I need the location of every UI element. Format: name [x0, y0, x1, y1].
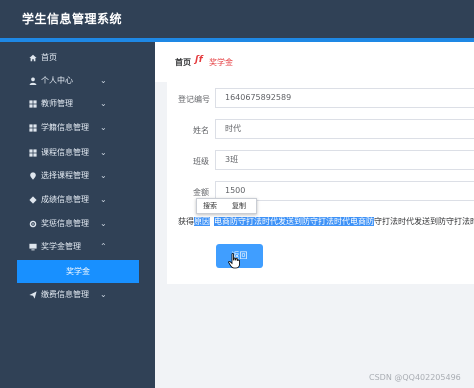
breadcrumb-current: 奖学金 — [209, 58, 233, 67]
sidebar-item-enrollment-management[interactable]: 学籍信息管理 ⌄ — [0, 117, 155, 139]
sidebar-item-label: 奖惩信息管理 — [41, 219, 89, 228]
chevron-up-icon: ⌃ — [100, 242, 107, 251]
reason-text[interactable]: 守打法时代发送到防守打法时代电 — [374, 217, 474, 226]
field-label-name: 姓名 — [193, 126, 209, 135]
sidebar-item-payment-management[interactable]: 缴费信息管理 ⌄ — [0, 284, 155, 306]
sidebar-item-label: 课程信息管理 — [41, 148, 89, 157]
selection-context-menu: 搜索 复制 — [196, 198, 257, 214]
field-label-reason: 获得 — [178, 217, 194, 226]
grid-icon — [28, 142, 38, 164]
chevron-down-icon: ⌄ — [100, 195, 107, 204]
chevron-down-icon: ⌄ — [100, 290, 107, 299]
sidebar-subitem-scholarship[interactable]: 奖学金 — [17, 260, 139, 283]
field-label-registration-no: 登记编号 — [178, 95, 210, 104]
breadcrumb-separator: ʃf — [195, 55, 203, 65]
context-menu-copy[interactable]: 复制 — [232, 201, 246, 211]
sidebar-item-label: 教师管理 — [41, 99, 73, 108]
sidebar-item-course-management[interactable]: 课程信息管理 ⌄ — [0, 142, 155, 164]
sidebar-item-label: 学籍信息管理 — [41, 123, 89, 132]
sidebar-item-label: 缴费信息管理 — [41, 290, 89, 299]
watermark: CSDN @QQ402205496 — [369, 373, 461, 382]
sidebar-item-label: 成绩信息管理 — [41, 195, 89, 204]
gear-icon — [28, 213, 38, 235]
breadcrumb-home[interactable]: 首页 — [175, 57, 191, 68]
chevron-down-icon: ⌄ — [100, 123, 107, 132]
chevron-down-icon: ⌄ — [100, 99, 107, 108]
home-icon — [28, 47, 38, 69]
sidebar-item-label: 个人中心 — [41, 76, 73, 85]
sidebar-item-personal-center[interactable]: 个人中心 ⌄ — [0, 70, 155, 92]
chevron-down-icon: ⌄ — [100, 76, 107, 85]
sidebar-item-grades-management[interactable]: 成绩信息管理 ⌄ — [0, 189, 155, 211]
field-label-reason-selected: 原因 — [194, 217, 210, 226]
grid-icon — [28, 117, 38, 139]
sidebar-item-scholarship-management[interactable]: 奖学金管理 ⌃ — [0, 236, 155, 258]
monitor-icon — [28, 236, 38, 258]
diamond-icon — [28, 189, 38, 211]
send-icon — [28, 284, 38, 306]
field-label-amount: 金额 — [193, 188, 209, 197]
hand-cursor-icon — [228, 253, 240, 269]
pin-icon — [28, 165, 38, 187]
app-header: 学生信息管理系统 — [0, 0, 474, 38]
reason-field[interactable]: 获得原因电商防守打法时代发送到防守打法时代电商防守打法时代发送到防守打法时代电 — [178, 216, 474, 227]
chevron-down-icon: ⌄ — [100, 148, 107, 157]
sidebar-item-teacher-management[interactable]: 教师管理 ⌄ — [0, 93, 155, 115]
sidebar-item-home[interactable]: 首页 — [0, 47, 155, 69]
sidebar-item-label: 奖学金管理 — [41, 242, 81, 251]
sidebar-item-rewards-penalties[interactable]: 奖惩信息管理 ⌄ — [0, 213, 155, 235]
user-icon — [28, 70, 38, 92]
context-menu-search[interactable]: 搜索 — [203, 201, 217, 211]
reason-selected-text[interactable]: 电商防守打法时代发送到防守打法时代电商防 — [214, 217, 374, 226]
grid-icon — [28, 93, 38, 115]
sidebar-item-label: 首页 — [41, 53, 57, 62]
name-field[interactable]: 时代 — [215, 119, 474, 139]
field-label-class: 班级 — [193, 157, 209, 166]
sidebar: 首页 个人中心 ⌄ 教师管理 ⌄ 学籍信息管理 ⌄ 课程信息管理 ⌄ 选择课程管… — [0, 42, 155, 388]
chevron-down-icon: ⌄ — [100, 171, 107, 180]
sidebar-item-course-selection[interactable]: 选择课程管理 ⌄ — [0, 165, 155, 187]
class-field[interactable]: 3班 — [215, 150, 474, 170]
breadcrumb: 首页 ʃf 奖学金 — [155, 42, 474, 82]
registration-no-field[interactable]: 1640675892589 — [215, 88, 474, 108]
chevron-down-icon: ⌄ — [100, 219, 107, 228]
sidebar-item-label: 选择课程管理 — [41, 171, 89, 180]
app-title: 学生信息管理系统 — [22, 12, 123, 26]
